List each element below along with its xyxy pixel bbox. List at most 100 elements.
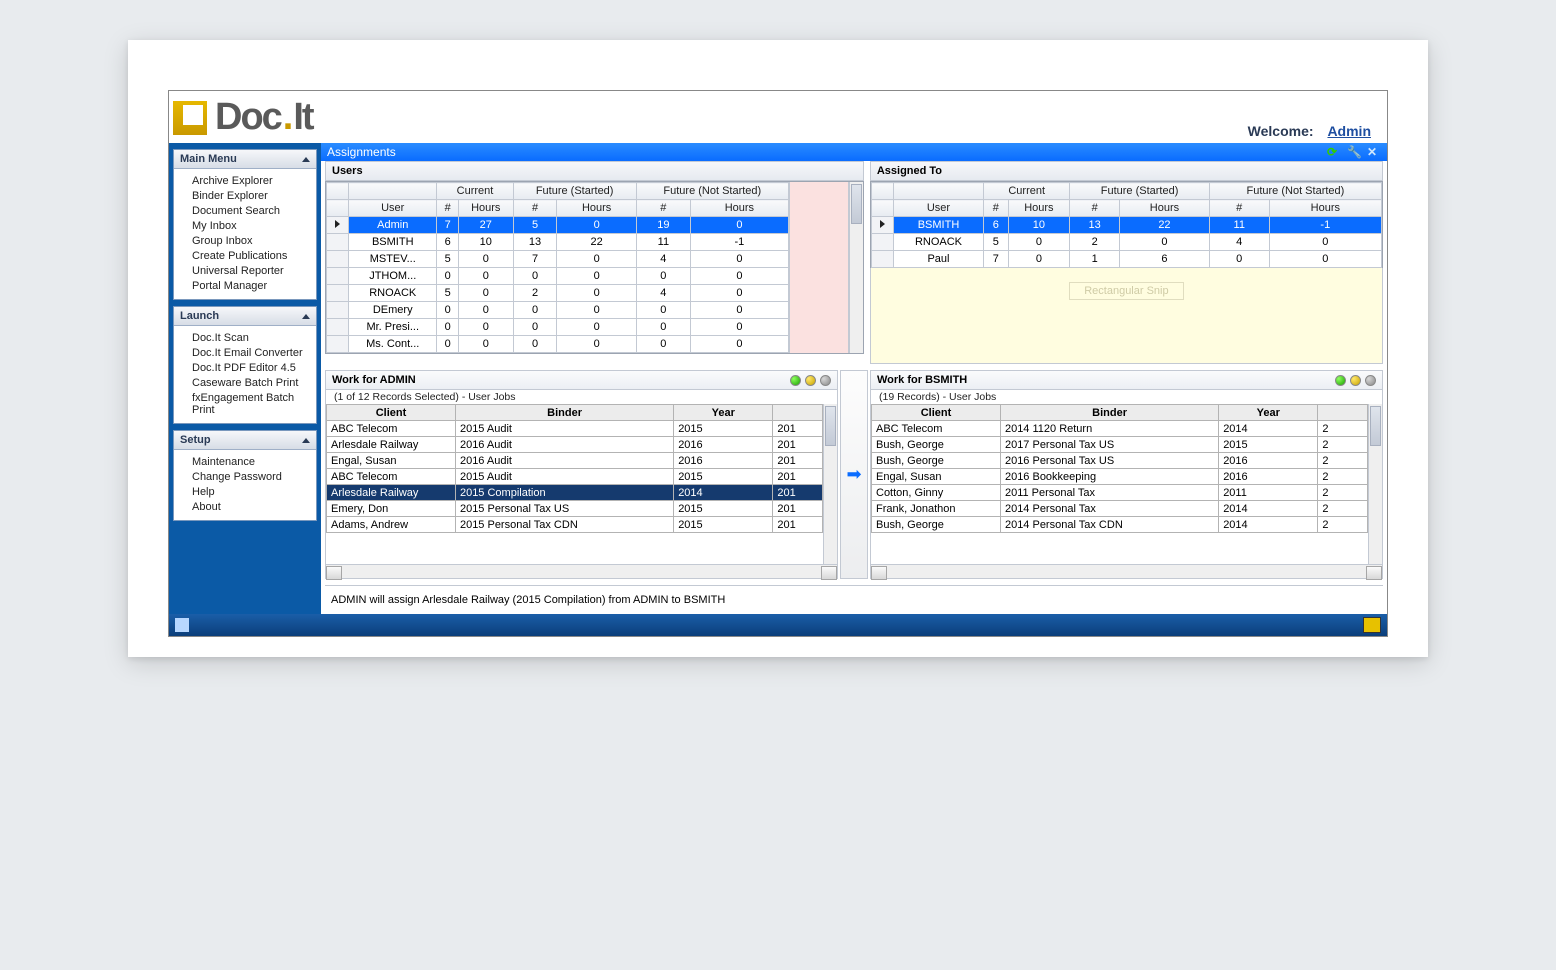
status-dot-green-icon[interactable] (1335, 375, 1346, 386)
grid-row[interactable]: Paul701600 (871, 251, 1381, 268)
sidebar-mainmenu-item[interactable]: Archive Explorer (192, 173, 316, 188)
subwindow-titlebar: Assignments ⟳ 🔧 ✕ (321, 143, 1387, 161)
users-scrollbar[interactable] (849, 182, 863, 353)
panel-mainmenu: Main Menu Archive ExplorerBinder Explore… (173, 149, 317, 300)
sidebar-launch-item[interactable]: Caseware Batch Print (192, 375, 316, 390)
sidebar-launch-item[interactable]: Doc.It Scan (192, 330, 316, 345)
logo-icon (173, 101, 207, 135)
logo-text-1: Doc (215, 96, 281, 139)
work-right-scrollbar[interactable] (1368, 404, 1382, 564)
grid-row[interactable]: BSMITH610132211-1 (327, 234, 789, 251)
welcome: Welcome: Admin (1248, 123, 1371, 139)
work-right-hscroll[interactable] (871, 564, 1382, 578)
close-icon[interactable]: ✕ (1367, 145, 1381, 159)
status-dot-yellow-icon[interactable] (805, 375, 816, 386)
grid-row[interactable]: RNOACK502040 (871, 234, 1381, 251)
users-gap (789, 182, 849, 353)
sidebar-mainmenu-item[interactable]: Group Inbox (192, 233, 316, 248)
jobs-row[interactable]: Frank, Jonathon2014 Personal Tax20142 (872, 501, 1368, 517)
work-left-scrollbar[interactable] (823, 404, 837, 564)
sidebar-launch-item[interactable]: Doc.It PDF Editor 4.5 (192, 360, 316, 375)
taskbar-app-icon[interactable] (175, 618, 189, 632)
work-left-pane: Work for ADMIN (1 of 12 Records Selected… (325, 370, 838, 579)
jobs-row[interactable]: ABC Telecom2015 Audit2015201 (327, 469, 823, 485)
grid-row[interactable]: RNOACK502040 (327, 285, 789, 302)
panel-setup-title: Setup (180, 434, 211, 446)
work-left-hscroll[interactable] (326, 564, 837, 578)
sidebar-mainmenu-item[interactable]: Document Search (192, 203, 316, 218)
panel-setup: Setup MaintenanceChange PasswordHelpAbou… (173, 430, 317, 521)
chevron-up-icon (302, 157, 310, 162)
wrench-icon[interactable]: 🔧 (1347, 145, 1361, 159)
panel-mainmenu-head[interactable]: Main Menu (174, 150, 316, 169)
work-left-grid[interactable]: ClientBinderYearABC Telecom2015 Audit201… (326, 404, 823, 533)
grid-row[interactable]: BSMITH610132211-1 (871, 217, 1381, 234)
grid-row[interactable]: MSTEV...507040 (327, 251, 789, 268)
work-left-records: (1 of 12 Records Selected) - User Jobs (326, 390, 837, 404)
jobs-row[interactable]: ABC Telecom2015 Audit2015201 (327, 421, 823, 437)
panel-launch-title: Launch (180, 310, 219, 322)
jobs-row[interactable]: Bush, George2017 Personal Tax US20152 (872, 437, 1368, 453)
status-dot-grey-icon[interactable] (820, 375, 831, 386)
grid-row[interactable]: Mr. Presi...000000 (327, 319, 789, 336)
sidebar: Main Menu Archive ExplorerBinder Explore… (169, 143, 321, 614)
sidebar-setup-item[interactable]: Maintenance (192, 454, 316, 469)
assigned-drop-area: Rectangular Snip (870, 268, 1383, 364)
logo-text-2: It (293, 96, 312, 139)
app-window: Doc . It Welcome: Admin Main Menu Archiv… (168, 90, 1388, 637)
status-dot-yellow-icon[interactable] (1350, 375, 1361, 386)
logo: Doc . It (173, 96, 313, 139)
sidebar-setup-item[interactable]: About (192, 499, 316, 514)
work-left-title: Work for ADMIN (332, 374, 416, 386)
welcome-user-link[interactable]: Admin (1327, 123, 1371, 139)
jobs-row[interactable]: ABC Telecom2014 1120 Return20142 (872, 421, 1368, 437)
jobs-row[interactable]: Arlesdale Railway2016 Audit2016201 (327, 437, 823, 453)
work-right-records: (19 Records) - User Jobs (871, 390, 1382, 404)
jobs-row[interactable]: Bush, George2016 Personal Tax US20162 (872, 453, 1368, 469)
sidebar-mainmenu-item[interactable]: My Inbox (192, 218, 316, 233)
refresh-icon[interactable]: ⟳ (1327, 145, 1341, 159)
sidebar-launch-item[interactable]: Doc.It Email Converter (192, 345, 316, 360)
grid-row[interactable]: JTHOM...000000 (327, 268, 789, 285)
status-dot-grey-icon[interactable] (1365, 375, 1376, 386)
subwindow-title: Assignments (327, 145, 396, 159)
panel-setup-head[interactable]: Setup (174, 431, 316, 450)
work-right-grid[interactable]: ClientBinderYearABC Telecom2014 1120 Ret… (871, 404, 1368, 533)
sidebar-mainmenu-item[interactable]: Portal Manager (192, 278, 316, 293)
topbar: Doc . It Welcome: Admin (169, 91, 1387, 143)
status-message: ADMIN will assign Arlesdale Railway (201… (325, 585, 1383, 614)
panel-launch-head[interactable]: Launch (174, 307, 316, 326)
assigned-header: Assigned To (870, 161, 1383, 181)
jobs-row[interactable]: Adams, Andrew2015 Personal Tax CDN201520… (327, 517, 823, 533)
grid-row[interactable]: Admin72750190 (327, 217, 789, 234)
work-right-pane: Work for BSMITH (19 Records) - User Jobs… (870, 370, 1383, 579)
users-grid[interactable]: CurrentFuture (Started)Future (Not Start… (326, 182, 789, 353)
assign-arrows: ➡ (840, 370, 868, 579)
assign-right-button[interactable]: ➡ (843, 464, 865, 486)
work-right-title: Work for BSMITH (877, 374, 967, 386)
grid-row[interactable]: Ms. Cont...000000 (327, 336, 789, 353)
sidebar-mainmenu-item[interactable]: Universal Reporter (192, 263, 316, 278)
sidebar-mainmenu-item[interactable]: Create Publications (192, 248, 316, 263)
grid-row[interactable]: DEmery000000 (327, 302, 789, 319)
rectangular-snip-button[interactable]: Rectangular Snip (1069, 282, 1183, 300)
jobs-row[interactable]: Arlesdale Railway2015 Compilation2014201 (327, 485, 823, 501)
jobs-row[interactable]: Emery, Don2015 Personal Tax US2015201 (327, 501, 823, 517)
logo-dot: . (283, 96, 292, 139)
chevron-up-icon (302, 438, 310, 443)
jobs-row[interactable]: Engal, Susan2016 Audit2016201 (327, 453, 823, 469)
status-dot-green-icon[interactable] (790, 375, 801, 386)
taskbar-tray-icon[interactable] (1363, 617, 1381, 633)
welcome-label: Welcome: (1248, 123, 1314, 139)
panel-mainmenu-title: Main Menu (180, 153, 237, 165)
jobs-row[interactable]: Bush, George2014 Personal Tax CDN20142 (872, 517, 1368, 533)
assigned-grid[interactable]: CurrentFuture (Started)Future (Not Start… (871, 182, 1382, 268)
main: Assignments ⟳ 🔧 ✕ Users CurrentFutu (321, 143, 1387, 614)
sidebar-mainmenu-item[interactable]: Binder Explorer (192, 188, 316, 203)
jobs-row[interactable]: Engal, Susan2016 Bookkeeping20162 (872, 469, 1368, 485)
sidebar-setup-item[interactable]: Help (192, 484, 316, 499)
sidebar-setup-item[interactable]: Change Password (192, 469, 316, 484)
taskbar (169, 614, 1387, 636)
jobs-row[interactable]: Cotton, Ginny2011 Personal Tax20112 (872, 485, 1368, 501)
sidebar-launch-item[interactable]: fxEngagement Batch Print (192, 390, 316, 417)
